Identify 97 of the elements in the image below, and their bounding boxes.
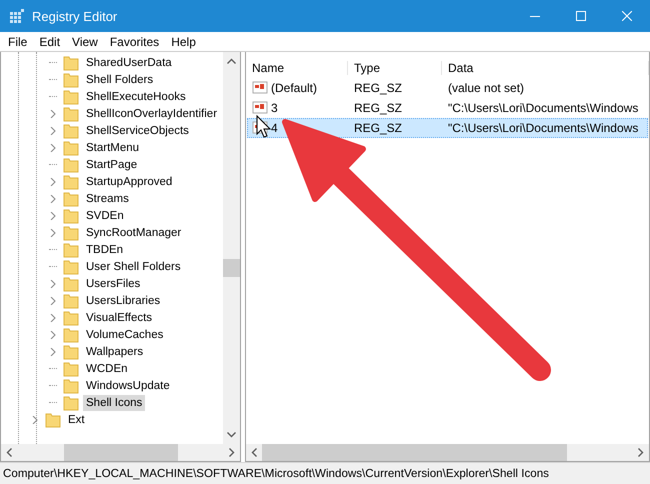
horizontal-scrollbar[interactable] [246, 444, 649, 461]
tree-item[interactable]: Shell Folders [83, 72, 156, 88]
expand-chevron-icon[interactable] [49, 126, 57, 134]
scroll-left-icon[interactable] [251, 448, 257, 457]
folder-icon [63, 326, 79, 342]
menu-item[interactable]: Help [165, 34, 202, 48]
scrollbar-thumb[interactable] [262, 444, 567, 461]
folder-icon [63, 156, 79, 172]
scroll-right-icon[interactable] [229, 448, 235, 457]
tree-item[interactable]: WCDEn [83, 360, 131, 376]
tree-item[interactable]: SharedUserData [83, 54, 175, 70]
tree-item[interactable]: User Shell Folders [83, 258, 184, 274]
scroll-up-icon[interactable] [227, 58, 236, 64]
value-type: REG_SZ [353, 121, 404, 135]
column-header[interactable]: Type [348, 61, 442, 75]
folder-icon [63, 140, 79, 156]
tree-item[interactable]: Ext [65, 412, 88, 428]
scroll-right-icon[interactable] [638, 448, 644, 457]
folder-icon [63, 106, 79, 122]
value-name: 3 [271, 101, 278, 115]
tree-item[interactable]: SyncRootManager [83, 224, 184, 240]
scroll-down-icon[interactable] [227, 432, 236, 438]
tree-item[interactable]: TBDEn [83, 242, 126, 258]
tree-item[interactable]: VolumeCaches [83, 326, 166, 342]
folder-icon [63, 242, 79, 258]
menu-item[interactable]: File [2, 34, 34, 48]
cursor-icon [256, 114, 272, 138]
folder-icon [63, 258, 79, 274]
folder-icon [63, 190, 79, 206]
tree-item[interactable]: WindowsUpdate [83, 378, 173, 394]
expand-chevron-icon[interactable] [49, 330, 57, 338]
column-header[interactable]: Data [442, 61, 649, 75]
folder-icon [63, 54, 79, 70]
horizontal-scrollbar[interactable] [1, 444, 240, 461]
tree-item[interactable]: StartPage [83, 156, 140, 172]
folder-icon [63, 378, 79, 394]
expand-chevron-icon[interactable] [49, 314, 57, 322]
tree-item[interactable]: ShellExecuteHooks [83, 88, 189, 104]
value-data: "C:\Users\Lori\Documents\Windows [447, 121, 640, 135]
tree-item[interactable]: VisualEffects [83, 310, 156, 326]
window-title: Registry Editor [32, 8, 118, 24]
folder-icon [63, 122, 79, 138]
expand-chevron-icon[interactable] [49, 110, 57, 118]
value-row[interactable]: 4 REG_SZ "C:\Users\Lori\Documents\Windows [247, 118, 648, 138]
value-type: REG_SZ [353, 81, 404, 95]
value-data: "C:\Users\Lori\Documents\Windows [447, 101, 640, 115]
app-icon [10, 9, 24, 23]
tree-item[interactable]: StartMenu [83, 140, 142, 156]
expand-chevron-icon[interactable] [49, 348, 57, 356]
tree-item[interactable]: UsersFiles [83, 276, 144, 292]
scrollbar-thumb[interactable] [64, 444, 178, 461]
menu-item[interactable]: View [66, 34, 104, 48]
folder-icon [63, 276, 79, 292]
folder-icon [63, 394, 79, 410]
folder-icon [63, 310, 79, 326]
expand-chevron-icon[interactable] [49, 144, 57, 152]
value-data: (value not set) [447, 81, 526, 95]
folder-icon [63, 174, 79, 190]
folder-icon [63, 224, 79, 240]
scroll-left-icon[interactable] [6, 448, 12, 457]
expand-chevron-icon[interactable] [49, 280, 57, 288]
string-value-icon [252, 100, 268, 116]
tree-item[interactable]: UsersLibraries [83, 292, 164, 308]
menu-item[interactable]: Edit [33, 34, 66, 48]
menu-item[interactable]: Favorites [104, 34, 166, 48]
expand-chevron-icon[interactable] [31, 416, 39, 424]
folder-icon [63, 72, 79, 88]
tree-item[interactable]: StartupApproved [83, 174, 176, 190]
tree-item[interactable]: ShellIconOverlayIdentifier [83, 106, 220, 122]
value-type: REG_SZ [353, 101, 404, 115]
expand-chevron-icon[interactable] [49, 194, 57, 202]
scrollbar-thumb[interactable] [223, 259, 240, 277]
folder-icon [45, 412, 61, 428]
tree-item[interactable]: SVDEn [83, 208, 127, 224]
tree-item[interactable]: Shell Icons [83, 394, 146, 410]
tree-item[interactable]: ShellServiceObjects [83, 122, 192, 138]
folder-icon [63, 292, 79, 308]
value-row[interactable]: 3 REG_SZ "C:\Users\Lori\Documents\Windows [247, 98, 648, 118]
vertical-scrollbar[interactable] [223, 52, 240, 444]
folder-icon [63, 88, 79, 104]
folder-icon [63, 208, 79, 224]
maximize-icon [576, 11, 586, 21]
tree-item[interactable]: Wallpapers [83, 344, 146, 360]
folder-icon [63, 360, 79, 376]
value-name: 4 [271, 121, 278, 135]
value-name: (Default) [271, 81, 318, 95]
status-path: Computer\HKEY_LOCAL_MACHINE\SOFTWARE\Microsoft\Windows\CurrentVersion\Explorer\Shell Icons [3, 467, 549, 480]
string-value-icon [252, 80, 268, 96]
expand-chevron-icon[interactable] [49, 212, 57, 220]
expand-chevron-icon[interactable] [49, 296, 57, 304]
folder-icon [63, 344, 79, 360]
tree-item[interactable]: Streams [83, 190, 132, 206]
expand-chevron-icon[interactable] [49, 228, 57, 236]
column-header[interactable]: Name [246, 61, 348, 75]
close-icon [622, 11, 632, 21]
value-row[interactable]: (Default) REG_SZ (value not set) [247, 78, 648, 98]
expand-chevron-icon[interactable] [49, 178, 57, 186]
